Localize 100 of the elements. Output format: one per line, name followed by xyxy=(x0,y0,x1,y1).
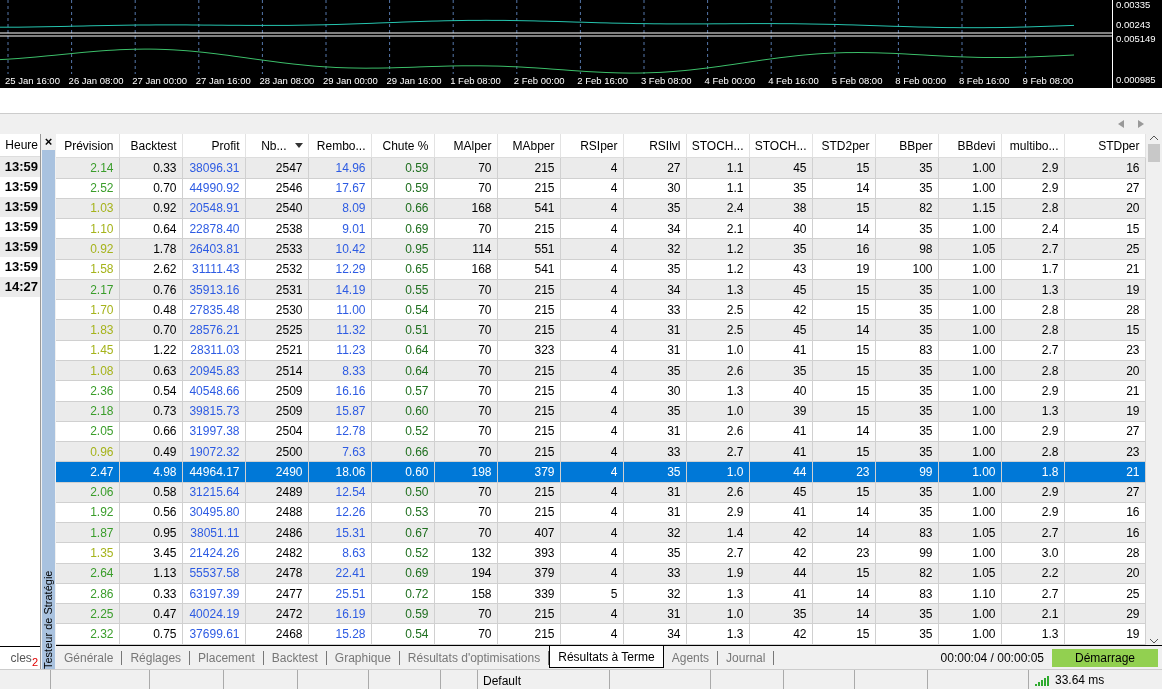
table-row[interactable]: 0.92 1.78 26403.81 2533 10.42 0.95 114 551 4 32 1.2 35 16 98 1.05 2.7 25 xyxy=(56,238,1145,260)
table-cell: 4 xyxy=(560,421,623,442)
table-row[interactable]: 1.58 2.62 31111.43 2532 12.29 0.65 168 541 4 35 1.2 43 19 100 1.00 1.7 21 xyxy=(56,259,1145,280)
close-button[interactable]: × xyxy=(44,134,53,150)
table-cell: 1.58 xyxy=(56,259,119,280)
table-row[interactable]: 1.03 0.92 20548.91 2540 8.09 0.66 168 541 4 35 2.4 38 15 82 1.15 2.8 20 xyxy=(56,198,1145,219)
table-cell: 1.7 xyxy=(1001,259,1064,280)
table-cell: 35 xyxy=(623,542,686,564)
table-row[interactable]: 1.08 0.63 20945.83 2514 8.33 0.64 70 215 4 35 2.6 35 15 35 1.00 2.8 20 xyxy=(56,360,1145,381)
table-row[interactable]: 2.52 0.70 44990.92 2546 17.67 0.59 70 215 4 30 1.1 35 14 35 1.00 2.9 27 xyxy=(56,178,1145,199)
table-cell: 35 xyxy=(875,178,938,199)
table-cell: 11.23 xyxy=(308,340,371,361)
table-row[interactable]: 2.18 0.73 39815.73 2509 15.87 0.60 70 215 4 35 1.0 39 15 35 1.00 1.3 19 xyxy=(56,401,1145,422)
table-cell: 0.48 xyxy=(119,299,182,320)
time-cell: 13:59 xyxy=(0,197,40,217)
column-header[interactable]: BBper xyxy=(875,134,938,158)
table-row[interactable]: 1.83 0.70 28576.21 2525 11.32 0.51 70 215 4 31 2.5 45 14 35 1.00 2.8 15 xyxy=(56,319,1145,341)
table-cell: 168 xyxy=(434,259,497,280)
table-cell: 37699.61 xyxy=(182,623,245,645)
table-cell: 0.52 xyxy=(371,421,434,442)
table-cell: 27 xyxy=(1064,421,1145,442)
column-header[interactable]: Profit xyxy=(182,134,245,158)
tab[interactable]: Graphique xyxy=(326,650,400,665)
column-header[interactable]: RSIper xyxy=(560,134,623,158)
table-cell: 4 xyxy=(560,299,623,320)
table-row[interactable]: 1.35 3.45 21424.26 2482 8.63 0.52 132 393 4 35 2.7 42 23 99 1.00 3.0 28 xyxy=(56,542,1145,564)
tab[interactable]: Réglages xyxy=(122,650,191,665)
column-header[interactable]: Prévision xyxy=(56,134,119,158)
tab[interactable]: Générale xyxy=(56,650,123,665)
column-header[interactable]: MAbper xyxy=(497,134,560,158)
table-row[interactable]: 1.45 1.22 28311.03 2521 11.23 0.64 70 323 4 31 1.0 41 15 83 1.00 2.7 23 xyxy=(56,340,1145,361)
table-cell: 2.5 xyxy=(686,299,749,320)
table-row[interactable]: 1.87 0.95 38051.11 2486 15.31 0.67 70 407 4 32 1.4 42 14 83 1.05 2.7 16 xyxy=(56,522,1145,543)
table-row[interactable]: 2.25 0.47 40024.19 2472 16.19 0.59 70 215 4 31 1.0 35 14 35 1.00 2.1 29 xyxy=(56,603,1145,624)
table-cell: 3.0 xyxy=(1001,542,1064,564)
table-cell: 4 xyxy=(560,340,623,361)
table-cell: 0.64 xyxy=(371,340,434,361)
scrollbar-thumb[interactable] xyxy=(1147,144,1160,162)
tab[interactable]: Backtest xyxy=(263,650,327,665)
table-row[interactable]: 1.92 0.56 30495.80 2488 12.26 0.53 70 215 4 31 2.9 41 14 35 1.00 2.9 16 xyxy=(56,502,1145,523)
table-row[interactable]: 2.86 0.33 63197.39 2477 25.51 0.72 158 339 5 32 1.3 41 14 83 1.10 2.7 25 xyxy=(56,583,1145,604)
table-row[interactable]: 2.47 4.98 44964.17 2490 18.06 0.60 198 379 4 35 1.0 44 23 99 1.00 1.8 21 xyxy=(56,461,1145,483)
tab[interactable]: Placement xyxy=(190,650,264,665)
column-header[interactable]: STOCH... xyxy=(749,134,812,158)
table-cell: 1.2 xyxy=(686,259,749,280)
time-label: 2 Feb 00:00 xyxy=(513,74,566,88)
table-row[interactable]: 2.14 0.33 38096.31 2547 14.96 0.59 70 215 4 27 1.1 45 15 35 1.00 2.9 16 xyxy=(56,157,1145,179)
column-header[interactable]: Nb... xyxy=(245,134,308,158)
table-cell: 43 xyxy=(749,259,812,280)
time-cell: 13:59 xyxy=(0,157,40,177)
table-row[interactable]: 1.70 0.48 27835.48 2530 11.00 0.54 70 215 4 33 2.5 42 15 35 1.00 2.8 28 xyxy=(56,299,1145,320)
column-header[interactable]: Rembo... xyxy=(308,134,371,158)
column-header[interactable]: multibo... xyxy=(1001,134,1064,158)
table-cell: 5 xyxy=(560,583,623,604)
table-cell: 0.64 xyxy=(119,218,182,239)
table-cell: 42 xyxy=(749,542,812,564)
time-cell-text: 13:59 xyxy=(3,178,39,196)
table-row[interactable]: 2.05 0.66 31997.38 2504 12.78 0.52 70 215 4 31 2.6 41 14 35 1.00 2.9 27 xyxy=(56,421,1145,442)
table-cell: 1.3 xyxy=(1001,623,1064,645)
table-cell: 21 xyxy=(1064,259,1145,280)
axis-label: 0.005149 xyxy=(1116,33,1156,44)
table-cell: 15 xyxy=(812,340,875,361)
column-header[interactable]: MAlper xyxy=(434,134,497,158)
table-cell: 1.00 xyxy=(938,340,1001,361)
table-cell: 215 xyxy=(497,218,560,239)
tab[interactable]: Journal xyxy=(718,650,775,665)
scroll-right-icon[interactable] xyxy=(1138,120,1144,128)
time-label: 28 Jan 08:00 xyxy=(259,74,316,88)
scroll-left-icon[interactable] xyxy=(1118,120,1124,128)
column-header[interactable]: BBdevi xyxy=(938,134,1001,158)
table-cell: 16 xyxy=(1064,502,1145,523)
column-header[interactable]: RSIlvl xyxy=(623,134,686,158)
sort-descending-icon xyxy=(294,143,303,149)
scroll-down-icon[interactable] xyxy=(1148,637,1159,646)
table-row[interactable]: 2.32 0.75 37699.61 2468 15.28 0.54 70 215 4 34 1.3 42 15 35 1.00 1.3 19 xyxy=(56,623,1145,645)
column-header[interactable]: Chute % xyxy=(371,134,434,158)
table-cell: 14 xyxy=(812,502,875,523)
table-row[interactable]: 0.96 0.49 19072.32 2500 7.63 0.66 70 215 4 33 2.7 41 15 35 1.00 2.8 23 xyxy=(56,441,1145,462)
column-header[interactable]: STD2per xyxy=(812,134,875,158)
table-row[interactable]: 1.10 0.64 22878.40 2538 9.01 0.69 70 215 4 34 2.1 40 14 35 1.00 2.4 15 xyxy=(56,218,1145,239)
column-header[interactable]: Backtest xyxy=(119,134,182,158)
table-row[interactable]: 2.17 0.76 35913.16 2531 14.19 0.55 70 215 4 34 1.3 45 15 35 1.00 1.3 19 xyxy=(56,279,1145,300)
table-cell: 2504 xyxy=(245,421,308,442)
time-label: 27 Jan 16:00 xyxy=(195,74,252,88)
table-cell: 4 xyxy=(560,380,623,401)
table-cell: 2.32 xyxy=(56,623,119,645)
table-row[interactable]: 2.64 1.13 55537.58 2478 22.41 0.69 194 379 4 33 1.9 44 15 82 1.05 2.2 20 xyxy=(56,563,1145,584)
table-cell: 31997.38 xyxy=(182,421,245,442)
table-row[interactable]: 2.06 0.58 31215.64 2489 12.54 0.50 70 215 4 31 2.6 45 15 35 1.00 2.9 27 xyxy=(56,482,1145,503)
scroll-up-icon[interactable] xyxy=(1148,134,1159,142)
panel-title: Testeur de Stratégie xyxy=(42,150,55,669)
table-row[interactable]: 2.36 0.54 40548.66 2509 16.16 0.57 70 215 4 30 1.3 40 15 35 1.00 2.9 21 xyxy=(56,380,1145,401)
start-button[interactable]: Démarrage xyxy=(1052,648,1158,667)
table-cell: 2482 xyxy=(245,542,308,564)
column-header[interactable]: STDper xyxy=(1064,134,1145,158)
tab[interactable]: Résultats à Terme xyxy=(549,646,664,668)
table-cell: 83 xyxy=(875,583,938,604)
tab-label[interactable]: cles xyxy=(10,647,32,669)
column-header[interactable]: STOCH... xyxy=(686,134,749,158)
tab[interactable]: Agents xyxy=(663,650,719,665)
